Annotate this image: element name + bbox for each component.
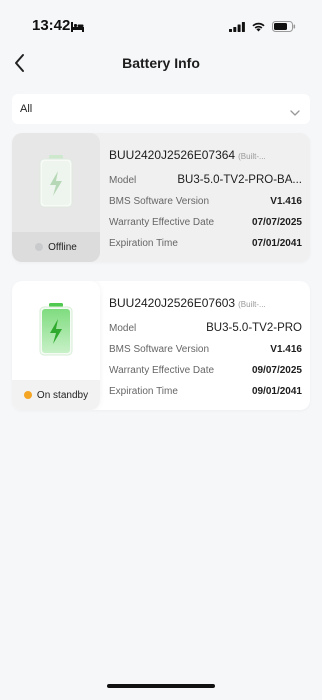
chevron-down-icon: [290, 104, 300, 122]
model-row: Model BU3-5.0-TV2-PRO: [109, 321, 302, 335]
warranty-date-row: Warranty Effective Date 07/07/2025: [109, 215, 302, 229]
battery-card[interactable]: On standby BUU2420J2526E07603 (Built-... …: [12, 281, 310, 410]
warranty-date-label: Warranty Effective Date: [109, 364, 215, 376]
bms-version-row: BMS Software Version V1.416: [109, 342, 302, 356]
expiration-time-row: Expiration Time 09/01/2041: [109, 384, 302, 398]
model-label: Model: [109, 174, 137, 186]
warranty-date-value: 09/07/2025: [251, 364, 302, 376]
battery-serial: BUU2420J2526E07603: [109, 296, 236, 310]
battery-status-label: On standby: [36, 389, 89, 401]
standby-status-dot: [23, 391, 32, 399]
bms-version-row: BMS Software Version V1.416: [109, 194, 302, 208]
battery-thumbnail: On standby: [12, 281, 100, 410]
built-in-tag: (Built-...: [238, 300, 266, 309]
battery-thumbnail: Offline: [12, 133, 100, 262]
bms-version-value: V1.416: [270, 195, 302, 207]
model-row: Model BU3-5.0-TV2-PRO-BA...: [109, 173, 302, 187]
expiration-time-label: Expiration Time: [109, 237, 178, 249]
battery-icon: [272, 19, 296, 37]
expiration-time-label: Expiration Time: [109, 385, 178, 397]
battery-info: BUU2420J2526E07364 (Built-... Model BU3-5…: [109, 133, 302, 262]
battery-status: Offline: [12, 232, 100, 262]
status-time: 13:42: [32, 17, 71, 34]
filter-value: All: [20, 103, 33, 115]
page-title: Battery Info: [122, 55, 200, 71]
bms-version-label: BMS Software Version: [109, 343, 210, 355]
model-value: BU3-5.0-TV2-PRO-BA...: [177, 174, 302, 186]
battery-serial: BUU2420J2526E07364: [109, 148, 236, 162]
warranty-date-label: Warranty Effective Date: [109, 216, 215, 228]
offline-status-dot: [35, 243, 44, 251]
bed-icon: [71, 19, 84, 37]
battery-charging-icon: [36, 151, 76, 216]
nav-bar: Battery Info: [0, 46, 322, 80]
bms-version-label: BMS Software Version: [109, 195, 210, 207]
built-in-tag: (Built-...: [238, 152, 266, 161]
battery-info: BUU2420J2526E07603 (Built-... Model BU3-5…: [109, 281, 302, 410]
expiration-time-row: Expiration Time 07/01/2041: [109, 236, 302, 250]
battery-card[interactable]: Offline BUU2420J2526E07364 (Built-... Mod…: [12, 133, 310, 262]
status-bar: 13:42: [0, 0, 322, 46]
home-indicator[interactable]: [107, 684, 215, 688]
warranty-date-value: 07/07/2025: [251, 216, 302, 228]
bms-version-value: V1.416: [270, 343, 302, 355]
filter-dropdown[interactable]: All: [12, 94, 310, 124]
expiration-time-value: 09/01/2041: [251, 385, 302, 397]
model-label: Model: [109, 322, 137, 334]
wifi-icon: [251, 19, 266, 37]
battery-status-label: Offline: [48, 241, 77, 253]
warranty-date-row: Warranty Effective Date 09/07/2025: [109, 363, 302, 377]
expiration-time-value: 07/01/2041: [251, 237, 302, 249]
battery-status: On standby: [12, 380, 100, 410]
cellular-signal-icon: [229, 19, 245, 37]
battery-charging-icon: [36, 299, 76, 364]
model-value: BU3-5.0-TV2-PRO: [206, 322, 302, 334]
battery-serial-row: BUU2420J2526E07364 (Built-...: [109, 146, 302, 164]
battery-serial-row: BUU2420J2526E07603 (Built-...: [109, 294, 302, 312]
